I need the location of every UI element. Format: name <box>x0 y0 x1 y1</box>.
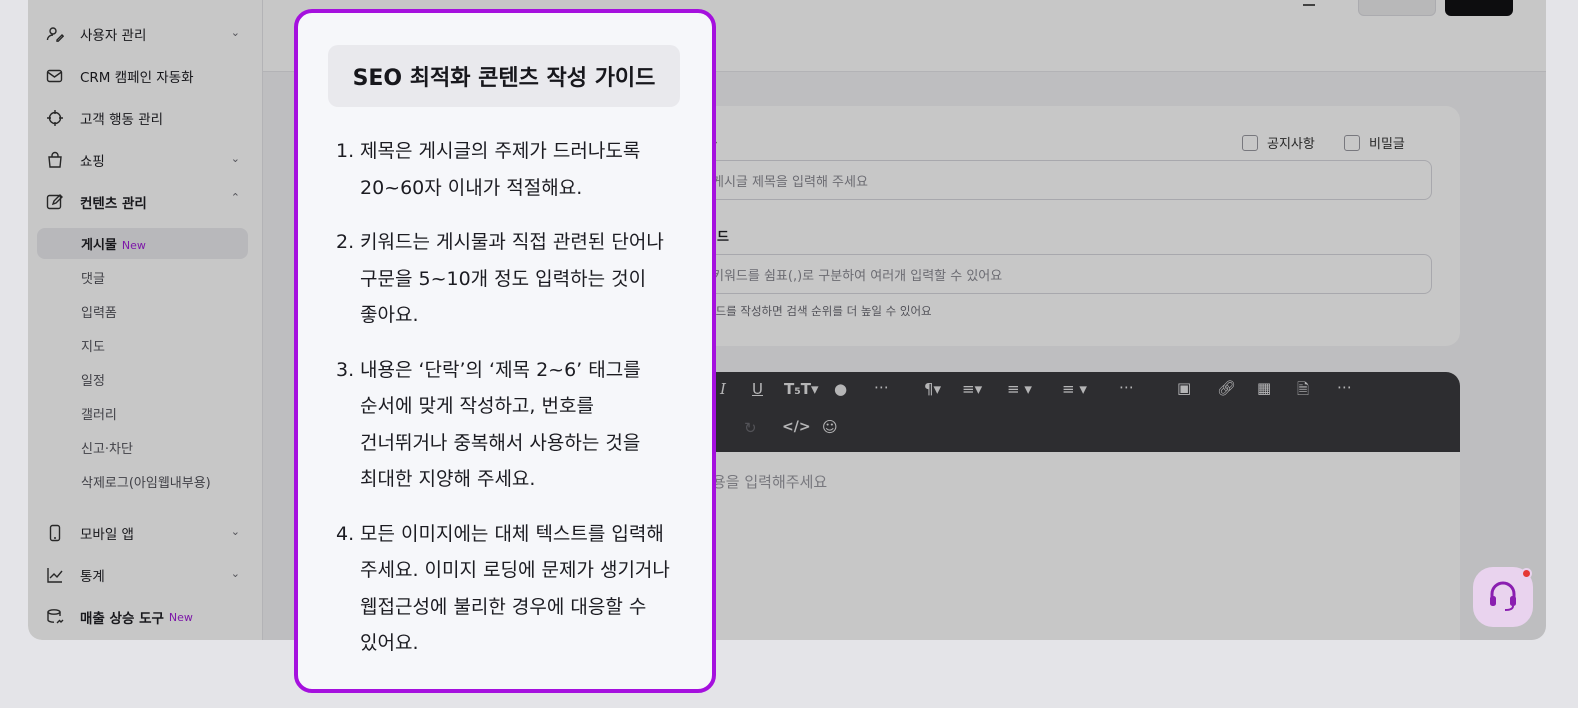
guide-item: 3. 내용은 ‘단락’의 ‘제목 2~6’ 태그를 순서에 맞게 작성하고, 번… <box>336 352 686 498</box>
notification-dot <box>1521 568 1532 579</box>
guide-title: SEO 최적화 콘텐츠 작성 가이드 <box>328 45 680 107</box>
guide-item-number: 1. <box>336 140 355 162</box>
modal-dim-overlay <box>28 0 1546 640</box>
guide-item: 1. 제목은 게시글의 주제가 드러나도록 20~60자 이내가 적절해요. <box>336 133 686 206</box>
headset-icon <box>1486 578 1520 616</box>
guide-item: 2. 키워드는 게시물과 직접 관련된 단어나 구문을 5~10개 정도 입력하… <box>336 224 686 334</box>
guide-item-text: 모든 이미지에는 대체 텍스트를 입력해 주세요. 이미지 로딩에 문제가 생기… <box>360 522 670 655</box>
seo-guide-popup: SEO 최적화 콘텐츠 작성 가이드 1. 제목은 게시글의 주제가 드러나도록… <box>294 9 716 693</box>
guide-item-text: 내용은 ‘단락’의 ‘제목 2~6’ 태그를 순서에 맞게 작성하고, 번호를 … <box>360 358 641 491</box>
guide-item-number: 3. <box>336 358 355 381</box>
guide-item: 4. 모든 이미지에는 대체 텍스트를 입력해 주세요. 이미지 로딩에 문제가… <box>336 516 686 662</box>
guide-list: 1. 제목은 게시글의 주제가 드러나도록 20~60자 이내가 적절해요. 2… <box>336 133 686 680</box>
guide-item-text: 제목은 게시글의 주제가 드러나도록 20~60자 이내가 적절해요. <box>360 140 641 199</box>
guide-item-text: 키워드는 게시물과 직접 관련된 단어나 구문을 5~10개 정도 입력하는 것… <box>360 231 664 326</box>
guide-item-number: 2. <box>336 231 355 253</box>
guide-item-number: 4. <box>336 522 355 545</box>
